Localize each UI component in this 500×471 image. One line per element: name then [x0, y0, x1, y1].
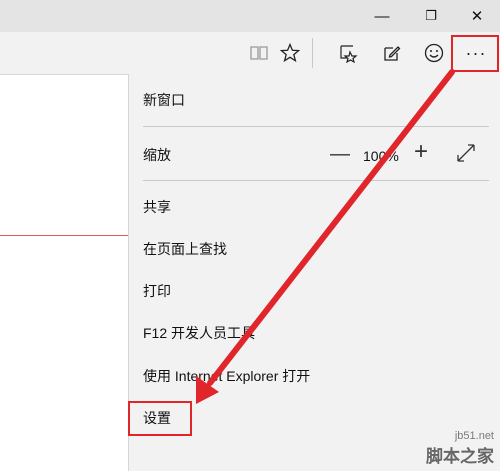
watermark: jb51.net 脚本之家 — [426, 430, 494, 467]
watermark-url: jb51.net — [454, 430, 494, 442]
watermark-site: 脚本之家 — [426, 447, 494, 466]
annotation-arrow — [196, 69, 455, 404]
